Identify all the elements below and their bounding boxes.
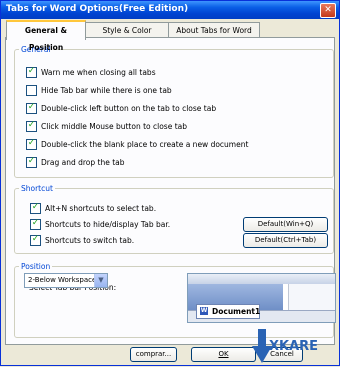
close-icon[interactable]: ✕ (320, 3, 336, 18)
checkmark-icon: ✓ (27, 120, 36, 130)
checkmark-icon: ✓ (31, 234, 40, 244)
position-select-value: 2-Below Workspace (28, 276, 97, 284)
option-switch-shortcut[interactable]: ✓ Shortcuts to switch tab. (30, 234, 230, 246)
general-group: General ✓ Warn me when closing all tabs … (14, 45, 334, 178)
option-hide-tab-bar[interactable]: Hide Tab bar while there is one tab (26, 85, 226, 96)
checkbox[interactable]: ✓ (26, 120, 37, 132)
checkbox[interactable]: ✓ (26, 138, 37, 150)
option-label: Double-click left button on the tab to c… (41, 104, 217, 113)
tab-general-position[interactable]: General & Position (6, 20, 86, 52)
option-label: Double-click the blank place to create a… (41, 140, 249, 149)
checkmark-icon: ✓ (27, 156, 36, 166)
preview-document-area (288, 284, 335, 312)
option-double-click-new[interactable]: ✓ Double-click the blank place to create… (26, 138, 248, 150)
option-label: Warn me when closing all tabs (41, 68, 156, 77)
chevron-down-icon[interactable]: ▼ (94, 274, 107, 287)
checkbox[interactable]: ✓ (26, 156, 37, 168)
option-label: Alt+N shortcuts to select tab. (45, 204, 157, 213)
default-ctrl-tab-button[interactable]: Default(Ctrl+Tab) (243, 233, 328, 248)
checkmark-icon: ✓ (27, 66, 36, 76)
option-double-click-close[interactable]: ✓ Double-click left button on the tab to… (26, 102, 226, 114)
checkmark-icon: ✓ (27, 138, 36, 148)
shortcut-legend: Shortcut (21, 184, 53, 193)
default-win-q-button[interactable]: Default(Win+Q) (243, 217, 328, 232)
option-warn-closing[interactable]: ✓ Warn me when closing all tabs (26, 66, 226, 78)
word-document-icon: W (200, 307, 208, 315)
tab-about[interactable]: About Tabs for Word (168, 22, 260, 38)
preview-tab: W Document1 (196, 304, 260, 319)
option-label: Shortcuts to switch tab. (45, 236, 135, 245)
checkbox[interactable] (26, 85, 37, 96)
position-preview: W Document1 (187, 273, 336, 323)
option-hide-display-shortcut[interactable]: ✓ Shortcuts to hide/display Tab bar. (30, 218, 230, 230)
checkbox[interactable]: ✓ (30, 234, 41, 246)
compare-button[interactable]: comprar... (130, 347, 177, 362)
tab-style-color-label: Style & Color (102, 26, 152, 35)
preview-toolbar (188, 274, 335, 284)
window-title: Tabs for Word Options(Free Edition) (6, 4, 189, 14)
checkmark-icon: ✓ (31, 218, 40, 228)
tab-style-color[interactable]: Style & Color (85, 22, 169, 38)
preview-tab-label: Document1 (212, 307, 261, 316)
checkbox[interactable]: ✓ (30, 202, 41, 214)
checkbox[interactable]: ✓ (26, 66, 37, 78)
option-label: Hide Tab bar while there is one tab (41, 86, 172, 95)
checkmark-icon: ✓ (27, 102, 36, 112)
options-window: Tabs for Word Options(Free Edition) ✕ Ge… (0, 0, 340, 366)
watermark-text: XKARE (269, 339, 319, 354)
option-label: Click middle Mouse button to close tab (41, 122, 188, 131)
tab-general-position-label: General & Position (24, 26, 68, 52)
option-middle-click-close[interactable]: ✓ Click middle Mouse button to close tab (26, 120, 226, 132)
option-label: Shortcuts to hide/display Tab bar. (45, 220, 171, 229)
position-legend: Position (21, 262, 51, 271)
option-label: Drag and drop the tab (41, 158, 125, 167)
tab-about-label: About Tabs for Word (176, 26, 252, 35)
option-alt-n[interactable]: ✓ Alt+N shortcuts to select tab. (30, 202, 230, 214)
watermark: XKARE (252, 329, 340, 367)
checkbox[interactable]: ✓ (30, 218, 41, 230)
option-drag-drop[interactable]: ✓ Drag and drop the tab (26, 156, 226, 168)
shortcut-group: Shortcut ✓ Alt+N shortcuts to select tab… (14, 184, 334, 254)
position-select[interactable]: 2-Below Workspace ▼ (24, 273, 108, 288)
checkbox[interactable]: ✓ (26, 102, 37, 114)
checkmark-icon: ✓ (31, 202, 40, 212)
ok-button[interactable]: OK (191, 347, 256, 362)
title-bar[interactable]: Tabs for Word Options(Free Edition) ✕ (1, 1, 339, 19)
